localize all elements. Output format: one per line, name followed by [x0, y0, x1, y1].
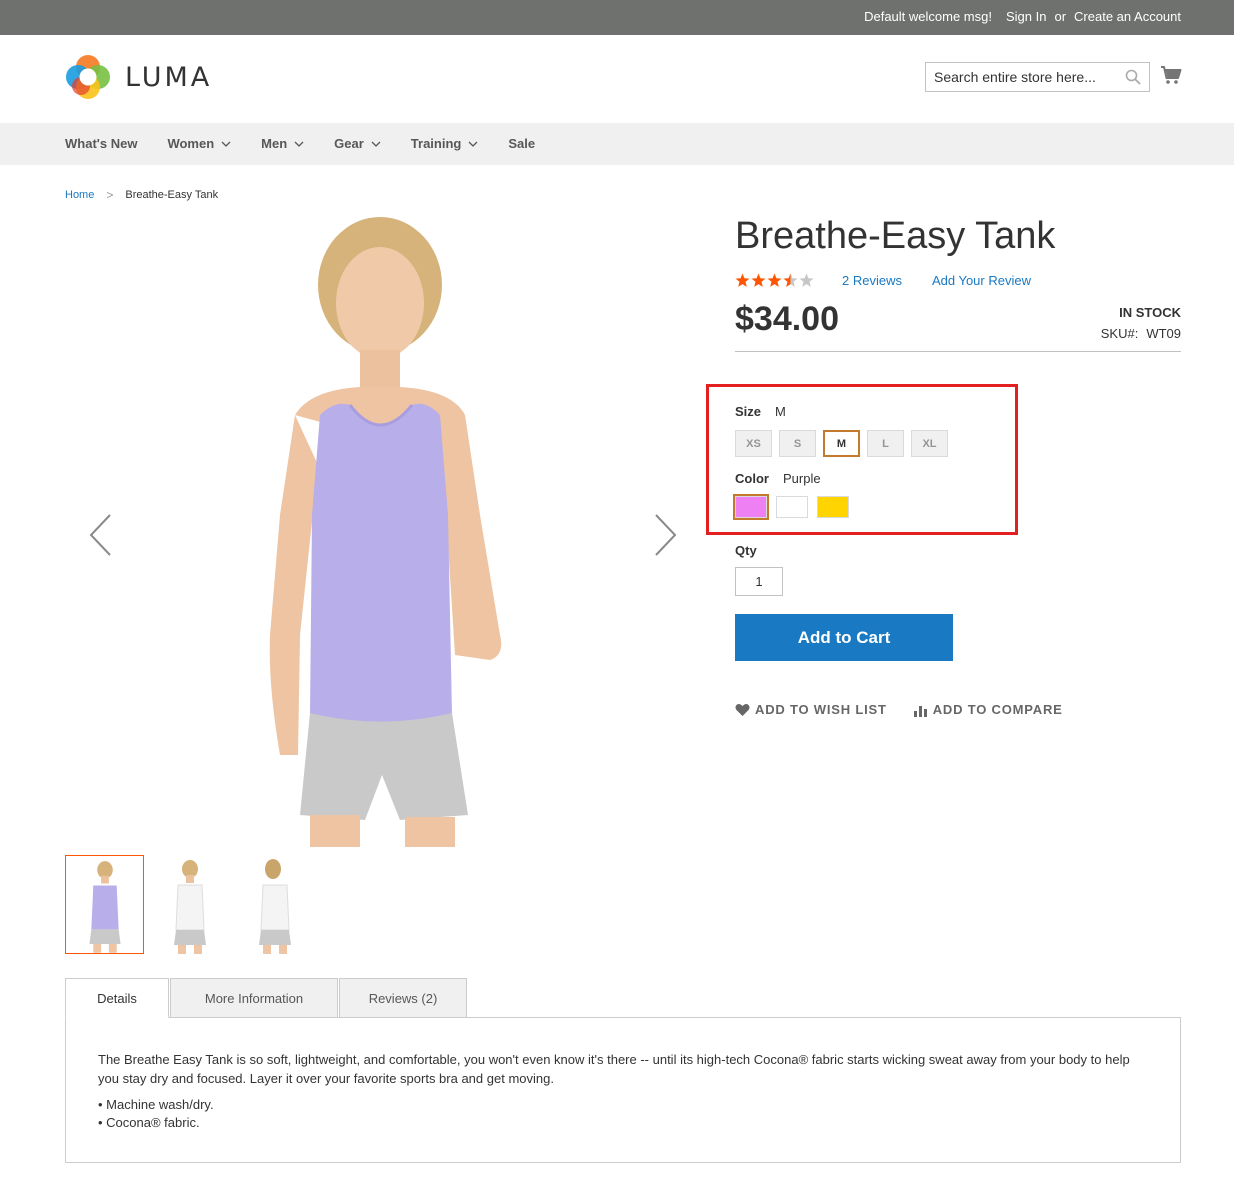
- nav-item-men[interactable]: Men: [261, 136, 304, 151]
- tab-reviews[interactable]: Reviews (2): [339, 978, 467, 1018]
- gallery-thumbnails: [65, 855, 314, 954]
- nav-item-whats-new[interactable]: What's New: [65, 136, 137, 151]
- logo[interactable]: LUMA: [65, 54, 212, 100]
- gallery-prev-arrow-icon[interactable]: [88, 513, 114, 557]
- chevron-down-icon: [294, 141, 304, 147]
- chevron-down-icon: [371, 141, 381, 147]
- welcome-message: Default welcome msg!: [864, 9, 992, 24]
- breadcrumb-home-link[interactable]: Home: [65, 189, 94, 201]
- product-title: Breathe-Easy Tank: [735, 215, 1056, 257]
- gallery-next-arrow-icon[interactable]: [652, 513, 678, 557]
- logo-text: LUMA: [125, 61, 213, 93]
- color-options: [733, 494, 849, 520]
- nav-item-training[interactable]: Training: [411, 136, 479, 151]
- breadcrumb-separator: >: [106, 188, 114, 202]
- star-empty-icon: [799, 273, 814, 287]
- star-full-icon: [735, 273, 750, 287]
- add-to-cart-button[interactable]: Add to Cart: [735, 614, 953, 661]
- size-option-l[interactable]: L: [867, 430, 904, 457]
- color-swatch-white[interactable]: [776, 496, 808, 518]
- color-swatch-yellow[interactable]: [817, 496, 849, 518]
- sku-label: SKU#:: [1100, 326, 1139, 341]
- add-to-wish-list-link[interactable]: ADD TO WISH LIST: [735, 702, 887, 717]
- breadcrumb: Home > Breathe-Easy Tank: [65, 188, 218, 202]
- add-review-link[interactable]: Add Your Review: [932, 273, 1031, 288]
- product-tabs: Details More Information Reviews (2): [65, 978, 468, 1018]
- product-description: The Breathe Easy Tank is so soft, lightw…: [98, 1052, 1130, 1086]
- color-label: Color: [735, 471, 769, 486]
- qty-label: Qty: [735, 543, 757, 558]
- tab-more-information[interactable]: More Information: [170, 978, 338, 1018]
- chevron-down-icon: [468, 141, 478, 147]
- heart-icon: [735, 703, 750, 716]
- chevron-down-icon: [221, 141, 231, 147]
- nav-item-sale[interactable]: Sale: [508, 136, 535, 151]
- size-options: XS S M L XL: [735, 430, 948, 457]
- feature-item: • Machine wash/dry.: [98, 1097, 214, 1112]
- thumbnail-image: [89, 861, 121, 953]
- size-option-xs[interactable]: XS: [735, 430, 772, 457]
- thumbnail-image: [259, 859, 291, 954]
- product-actions: ADD TO WISH LIST ADD TO COMPARE: [735, 702, 1063, 717]
- tab-panel-details: The Breathe Easy Tank is so soft, lightw…: [65, 1017, 1181, 1163]
- size-option-s[interactable]: S: [779, 430, 816, 457]
- product-gallery: [65, 215, 700, 847]
- or-text: or: [1054, 9, 1067, 24]
- color-selected-value: Purple: [783, 471, 821, 486]
- rating-summary: 2 Reviews Add Your Review: [735, 273, 1031, 288]
- create-account-link[interactable]: Create an Account: [1074, 9, 1181, 24]
- search-icon[interactable]: [1125, 69, 1141, 85]
- size-selected-value: M: [775, 404, 786, 419]
- thumbnail-white-front[interactable]: [150, 855, 229, 954]
- add-to-compare-link[interactable]: ADD TO COMPARE: [913, 702, 1063, 717]
- divider: [735, 351, 1181, 352]
- reviews-count-link[interactable]: 2 Reviews: [842, 273, 902, 288]
- qty-input[interactable]: [735, 567, 783, 596]
- product-price: $34.00: [735, 300, 839, 338]
- feature-item: • Cocona® fabric.: [98, 1115, 200, 1130]
- tab-details[interactable]: Details: [65, 978, 169, 1018]
- star-full-icon: [767, 273, 782, 287]
- thumbnail-image: [174, 860, 206, 954]
- top-bar: Default welcome msg! Sign In or Create a…: [0, 0, 1234, 35]
- thumbnail-white-back[interactable]: [235, 855, 314, 954]
- nav-item-gear[interactable]: Gear: [334, 136, 381, 151]
- product-features-list: • Machine wash/dry. • Cocona® fabric.: [98, 1096, 1148, 1132]
- star-half-icon: [783, 273, 798, 287]
- size-option-m[interactable]: M: [823, 430, 860, 457]
- cart-icon[interactable]: [1160, 65, 1182, 85]
- breadcrumb-current: Breathe-Easy Tank: [125, 189, 219, 201]
- sign-in-link[interactable]: Sign In: [1006, 9, 1046, 24]
- star-full-icon: [751, 273, 766, 287]
- rating-stars: [735, 273, 814, 288]
- header-links: Default welcome msg! Sign In or Create a…: [864, 9, 1181, 24]
- size-label: Size: [735, 404, 762, 419]
- nav-item-women[interactable]: Women: [167, 136, 231, 151]
- color-swatch-purple[interactable]: [733, 494, 769, 520]
- size-option-xl[interactable]: XL: [911, 430, 948, 457]
- sku-value: WT09: [1146, 326, 1181, 341]
- product-main-image[interactable]: [200, 215, 575, 847]
- sku: SKU#: WT09: [1101, 326, 1181, 341]
- search-box: [925, 62, 1150, 92]
- main-nav: What's New Women Men Gear Training Sale: [0, 123, 1234, 165]
- thumbnail-purple-front[interactable]: [65, 855, 144, 954]
- stock-status: IN STOCK: [1119, 305, 1181, 320]
- compare-bars-icon: [913, 705, 927, 717]
- luma-logo-icon: [66, 55, 110, 99]
- search-input[interactable]: [926, 63, 1116, 91]
